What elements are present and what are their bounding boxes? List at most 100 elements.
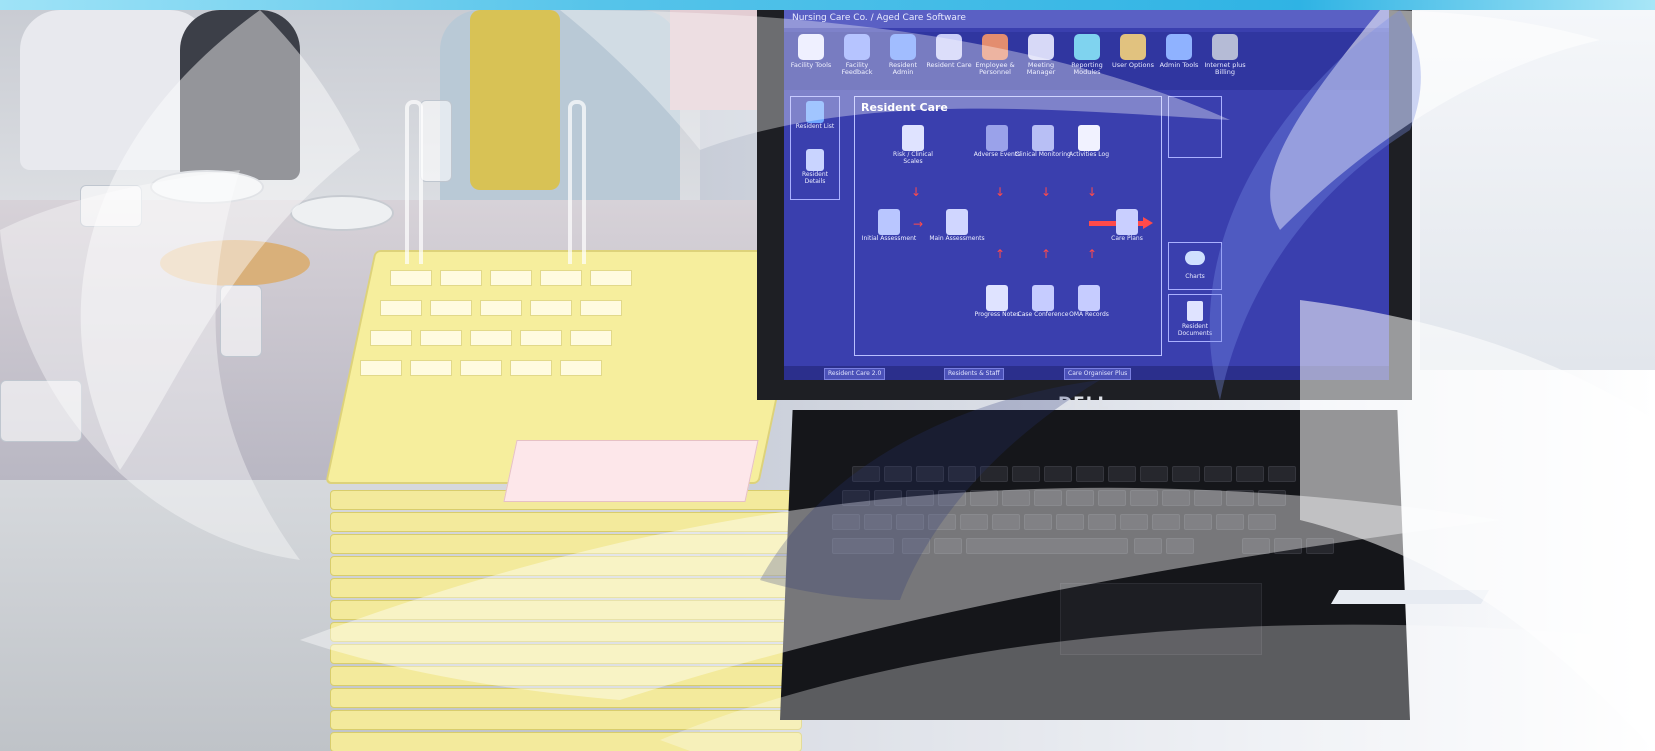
key: [1166, 538, 1194, 554]
tray-layer: [330, 578, 802, 598]
toolbar-user-options[interactable]: User Options: [1110, 34, 1156, 88]
sugar-shaker: [220, 285, 262, 357]
key: [992, 514, 1020, 530]
key: [1152, 514, 1180, 530]
tray-cell: [440, 270, 482, 286]
key: [966, 538, 1128, 554]
key: [1236, 466, 1264, 482]
window-title: Nursing Care Co. / Aged Care Software: [792, 13, 966, 23]
node-activities-log[interactable]: Activities Log: [1059, 125, 1119, 158]
resident-details-link[interactable]: Resident Details: [795, 149, 835, 185]
taskbar-item[interactable]: Care Organiser Plus: [1064, 368, 1132, 380]
toolbar-reporting-modules[interactable]: Reporting Modules: [1064, 34, 1110, 88]
resident-care-icon: [936, 34, 962, 60]
person-dark-vest: [180, 10, 300, 180]
glass: [80, 185, 142, 227]
key: [1034, 490, 1062, 506]
taskbar-item[interactable]: Residents & Staff: [944, 368, 1004, 380]
toolbar-employee-personnel[interactable]: Employee & Personnel: [972, 34, 1018, 88]
key: [916, 466, 944, 482]
app-toolbar: Facility Tools Facility Feedback Residen…: [784, 32, 1389, 90]
resident-admin-icon: [890, 34, 916, 60]
resident-list-link[interactable]: Resident List: [795, 101, 835, 130]
charts-button[interactable]: Charts: [1168, 242, 1222, 290]
bright-window: [1420, 10, 1655, 370]
photo-stage: Nursing Care Co. / Aged Care Software Fa…: [0, 0, 1655, 751]
tray-layer: [330, 600, 802, 620]
billing-icon: [1212, 34, 1238, 60]
key: [902, 538, 930, 554]
key: [960, 514, 988, 530]
node-risk-clinical-scales[interactable]: Risk / Clinical Scales: [883, 125, 943, 165]
down-arrow: ↓: [995, 185, 1006, 199]
toolbar-internet-billing[interactable]: Internet plus Billing: [1202, 34, 1248, 88]
biscuit-plate: [160, 240, 310, 286]
toolbar-resident-admin[interactable]: Resident Admin: [880, 34, 926, 88]
key: [1204, 466, 1232, 482]
tray-cell: [430, 300, 472, 316]
reports-icon: [1074, 34, 1100, 60]
key: [948, 466, 976, 482]
tray-cell: [570, 330, 612, 346]
resident-documents-button[interactable]: Resident Documents: [1168, 294, 1222, 342]
node-oma-records[interactable]: OMA Records: [1059, 285, 1119, 318]
key: [1274, 538, 1302, 554]
key: [832, 538, 894, 554]
tray-cell: [420, 330, 462, 346]
tray-cell: [510, 360, 552, 376]
tray-cell: [520, 330, 562, 346]
tray-layer: [330, 710, 802, 730]
key: [970, 490, 998, 506]
plate: [150, 170, 264, 204]
key: [896, 514, 924, 530]
case-conference-icon: [1032, 285, 1054, 311]
node-initial-assessment[interactable]: Initial Assessment: [859, 209, 919, 242]
key: [1216, 514, 1244, 530]
activities-log-icon: [1078, 125, 1100, 151]
key: [1162, 490, 1190, 506]
charts-icon: [1185, 251, 1205, 265]
panel-title: Resident Care: [861, 101, 948, 114]
key: [1012, 466, 1040, 482]
meeting-icon: [1028, 34, 1054, 60]
key: [1024, 514, 1052, 530]
plate: [290, 195, 394, 231]
tray-handle: [568, 100, 586, 264]
resident-care-panel: Resident Care Risk / Clinical Scales Adv…: [854, 96, 1162, 356]
curtain: [670, 10, 760, 110]
tray-layer: [330, 622, 802, 642]
tray-cell: [370, 330, 412, 346]
key: [980, 466, 1008, 482]
toolbar-facility-feedback[interactable]: Facility Feedback: [834, 34, 880, 88]
key: [1044, 466, 1072, 482]
node-care-plans[interactable]: Care Plans: [1097, 209, 1157, 242]
node-main-assessments[interactable]: Main Assessments: [927, 209, 987, 242]
initial-assessment-icon: [878, 209, 900, 235]
taskbar-item[interactable]: Resident Care 2.0: [824, 368, 886, 380]
tray-cell: [480, 300, 522, 316]
toolbar-resident-care[interactable]: Resident Care: [926, 34, 972, 88]
toolbar-facility-tools[interactable]: Facility Tools: [788, 34, 834, 88]
toolbar-meeting-manager[interactable]: Meeting Manager: [1018, 34, 1064, 88]
key: [1098, 490, 1126, 506]
taskbar: Resident Care 2.0 Residents & Staff Care…: [784, 366, 1389, 380]
key: [934, 538, 962, 554]
top-accent-bar: [0, 0, 1655, 10]
keyboard: [832, 446, 1392, 566]
light-reflection: [1330, 590, 1490, 604]
key: [1002, 490, 1030, 506]
key: [842, 490, 870, 506]
key: [874, 490, 902, 506]
key: [864, 514, 892, 530]
up-arrow: ↑: [995, 247, 1006, 261]
key: [1226, 490, 1254, 506]
user-options-icon: [1120, 34, 1146, 60]
empty-side-box: [1168, 96, 1222, 158]
tray-layer: [330, 512, 802, 532]
key: [1088, 514, 1116, 530]
tray-cell: [560, 360, 602, 376]
key: [832, 514, 860, 530]
tray-handle: [405, 100, 423, 264]
employees-icon: [982, 34, 1008, 60]
toolbar-admin-tools[interactable]: Admin Tools: [1156, 34, 1202, 88]
